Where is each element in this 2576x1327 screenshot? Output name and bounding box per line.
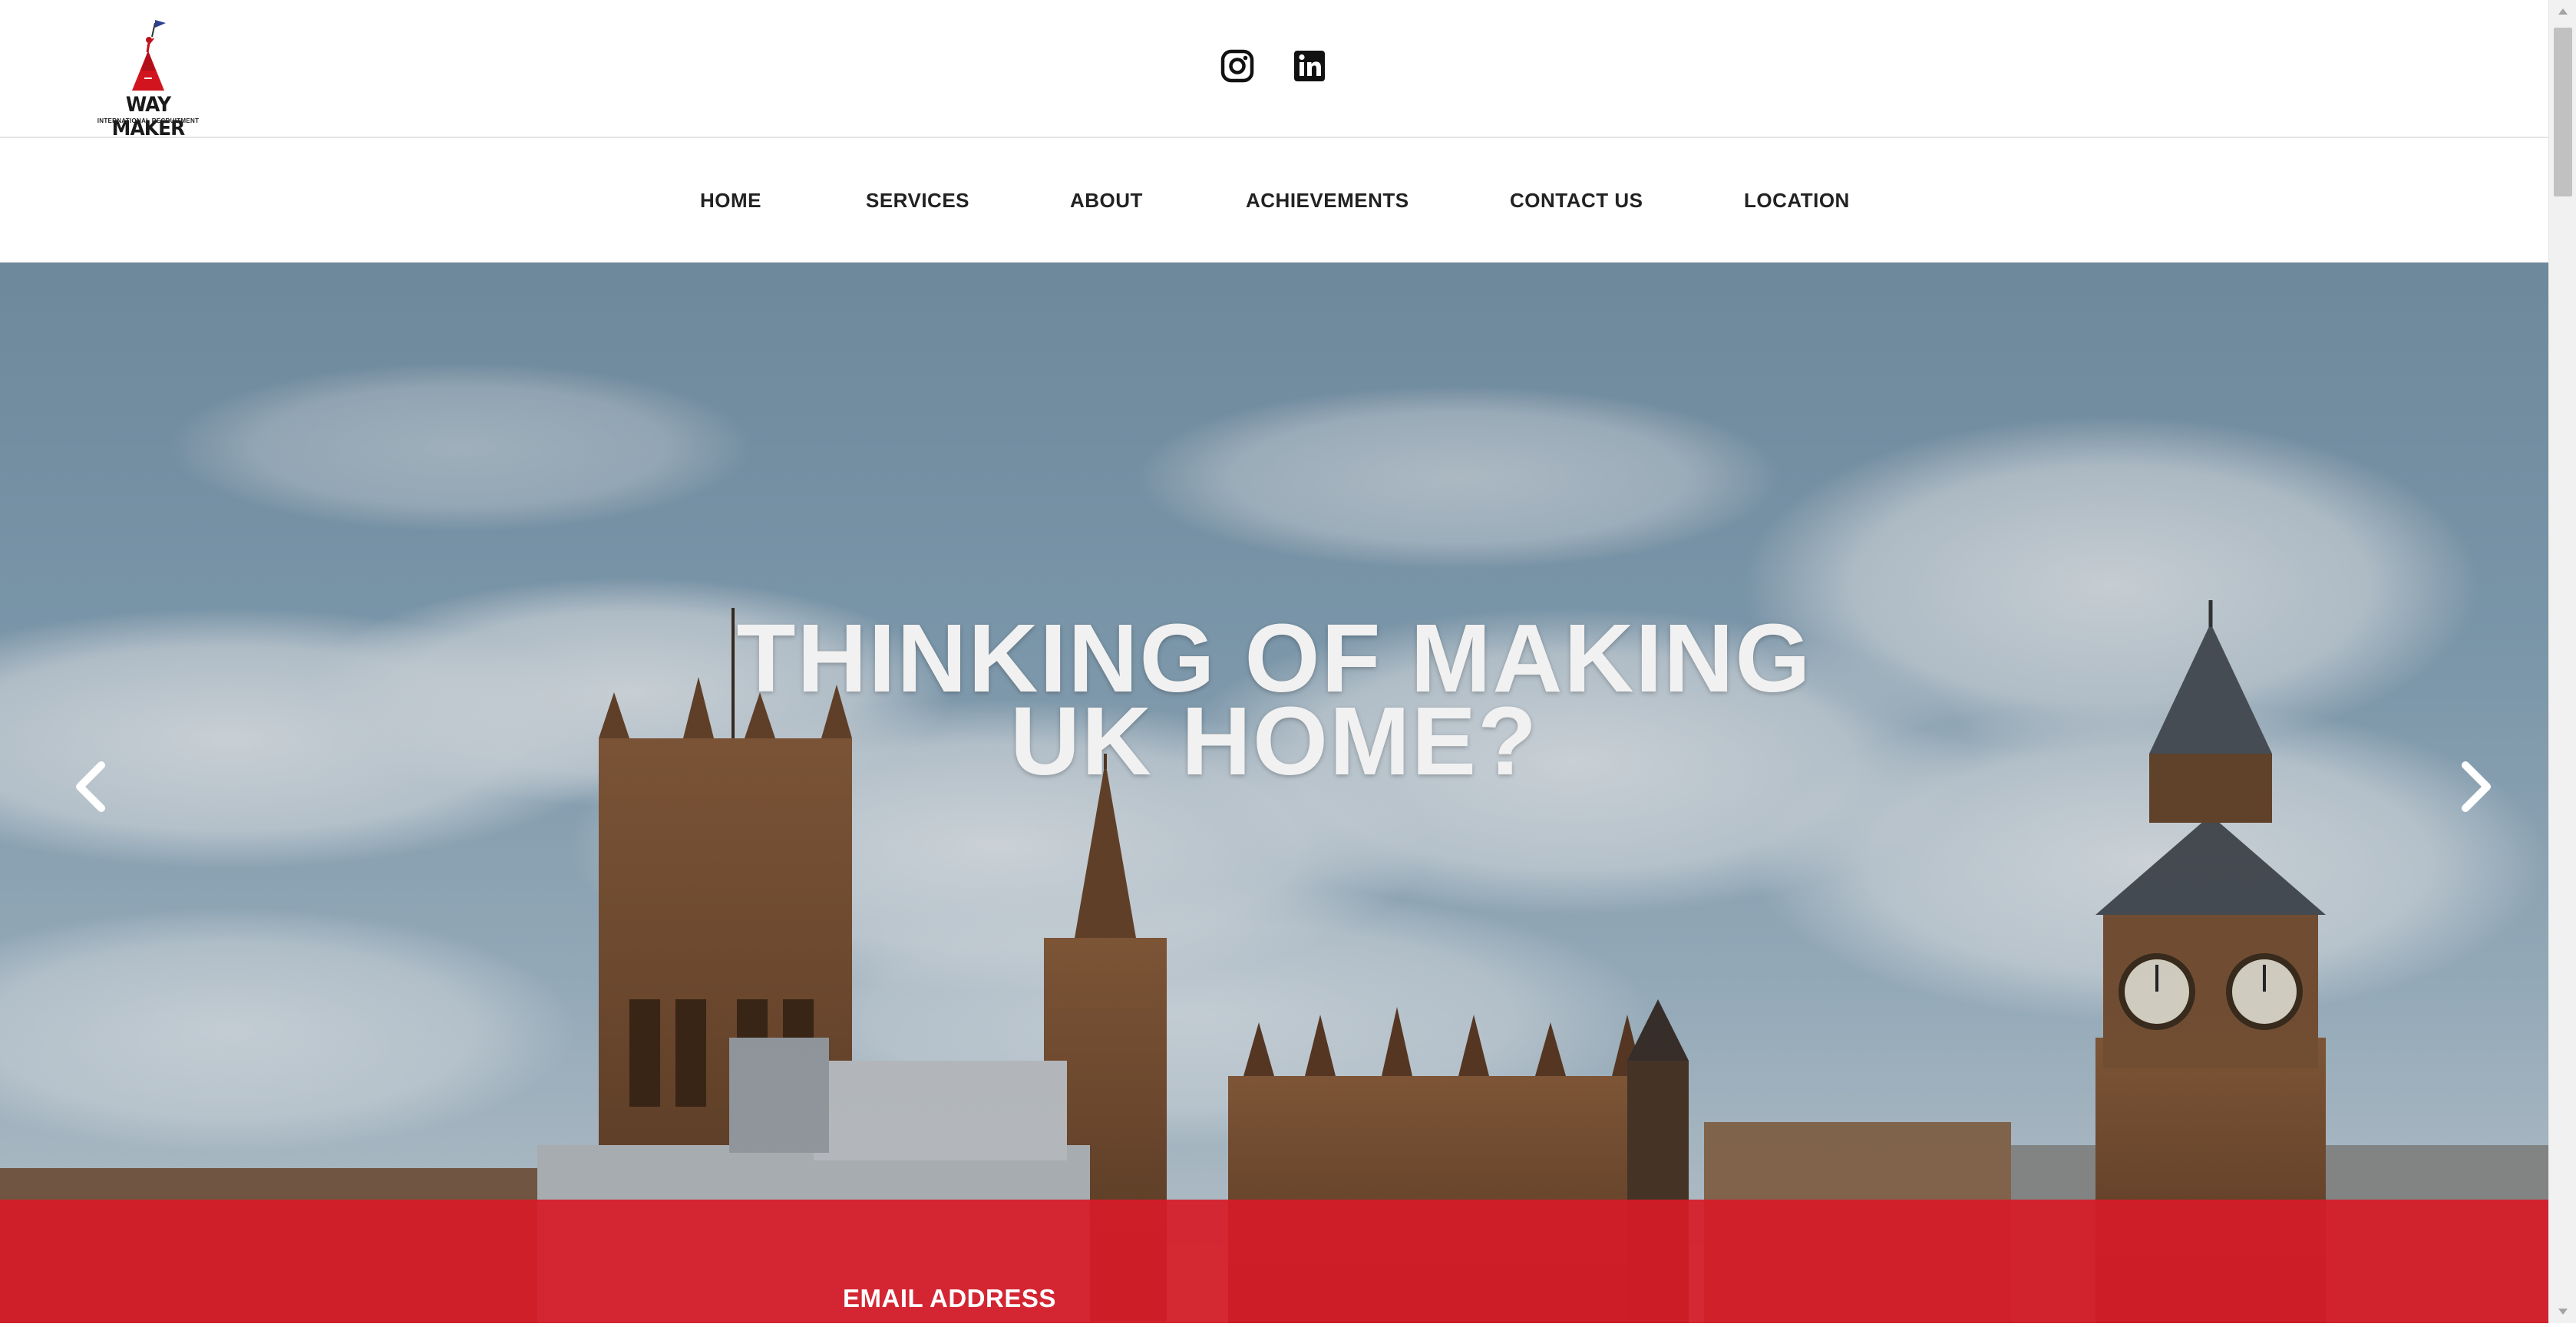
main-nav: HOME SERVICES ABOUT ACHIEVEMENTS CONTACT… xyxy=(0,138,2548,262)
scroll-thumb[interactable] xyxy=(2554,28,2572,196)
carousel-next-button[interactable] xyxy=(2453,756,2499,817)
linkedin-icon xyxy=(1294,51,1325,81)
top-header: WAY MAKER INTERNATIONAL RECRUITMENT xyxy=(0,0,2548,140)
nav-contact-us[interactable]: CONTACT US xyxy=(1510,138,1643,262)
carousel-prev-button[interactable] xyxy=(68,756,114,817)
scroll-down-arrow-icon xyxy=(2558,1309,2568,1315)
chevron-left-icon xyxy=(76,761,105,812)
brand-tagline: INTERNATIONAL RECRUITMENT xyxy=(97,117,200,124)
page-scrollbar[interactable] xyxy=(2548,0,2576,1323)
logo-mark xyxy=(132,20,166,91)
hero-title: THINKING OF MAKING UK HOME? xyxy=(583,610,1965,796)
nav-about[interactable]: ABOUT xyxy=(1070,138,1143,262)
brand-logo[interactable]: WAY MAKER INTERNATIONAL RECRUITMENT xyxy=(91,17,206,140)
scroll-down-button[interactable] xyxy=(2549,1299,2576,1323)
email-address-label: EMAIL ADDRESS xyxy=(843,1284,1056,1312)
linkedin-link[interactable] xyxy=(1291,48,1328,84)
hero-carousel: THINKING OF MAKING UK HOME? xyxy=(0,262,2548,1323)
nav-achievements[interactable]: ACHIEVEMENTS xyxy=(1246,138,1409,262)
subscribe-band: EMAIL ADDRESS xyxy=(0,1200,2548,1323)
nav-location[interactable]: LOCATION xyxy=(1744,138,1850,262)
scroll-up-arrow-icon xyxy=(2558,8,2568,15)
nav-services[interactable]: SERVICES xyxy=(866,138,969,262)
instagram-icon xyxy=(1220,49,1254,83)
scroll-up-button[interactable] xyxy=(2549,0,2576,25)
instagram-link[interactable] xyxy=(1219,48,1256,84)
brand-name: WAY MAKER xyxy=(111,93,186,140)
hero-title-line-2: UK HOME? xyxy=(1010,687,1538,796)
chevron-right-icon xyxy=(2462,761,2491,812)
nav-home[interactable]: HOME xyxy=(700,138,761,262)
